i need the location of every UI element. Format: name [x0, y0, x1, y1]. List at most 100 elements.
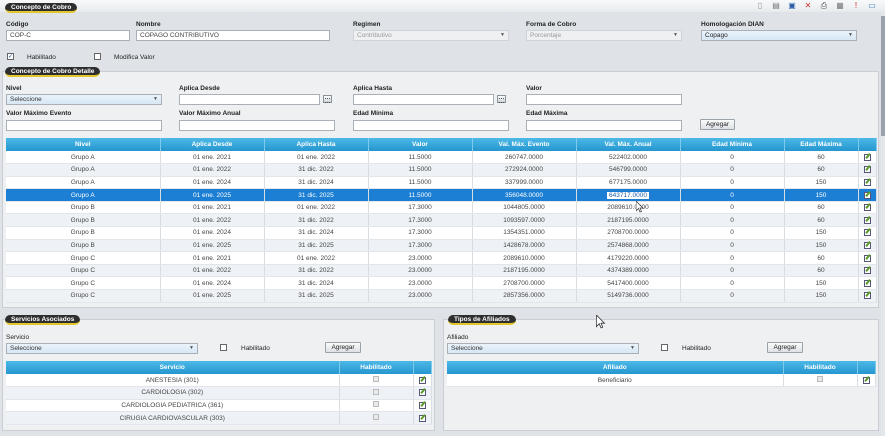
homologacion-select[interactable]: Copago ▼	[701, 30, 857, 41]
edit-icon[interactable]	[863, 241, 871, 249]
servicio-habilitado-checkbox[interactable]	[220, 344, 227, 351]
modifica-valor-checkbox[interactable]	[94, 53, 101, 60]
edit-icon[interactable]	[863, 165, 871, 174]
table-row[interactable]: Grupo C 01 ene. 2025 31 dic. 2025 23.0000 28…	[6, 289, 877, 303]
codigo-field[interactable]: COP-C	[6, 30, 130, 41]
column-header[interactable]: Edad Mínima	[680, 138, 785, 151]
afiliado-agregar-button[interactable]: Agregar	[767, 342, 803, 353]
edit-cell	[413, 386, 432, 400]
table-cell: 2857356.0000	[472, 289, 577, 303]
edit-icon[interactable]	[862, 376, 870, 384]
table-row[interactable]: CARDIOLOGIA PEDIATRICA (361)	[6, 399, 432, 413]
calendar-icon[interactable]	[497, 95, 506, 103]
edad-min-field[interactable]	[353, 120, 509, 131]
edit-icon[interactable]	[418, 388, 426, 397]
table-row[interactable]: Grupo B 01 ene. 2021 01 ene. 2022 17.3000 10…	[6, 201, 877, 215]
table-cell: 272924.0000	[472, 163, 577, 177]
edit-icon[interactable]	[863, 291, 871, 300]
edit-icon[interactable]	[863, 153, 871, 161]
table-row[interactable]: Grupo C 01 ene. 2024 31 dic. 2024 23.0000 27…	[6, 276, 877, 291]
edad-max-field[interactable]	[526, 120, 682, 131]
scrollbar-thumb[interactable]	[881, 16, 885, 136]
nivel-select[interactable]: Seleccione ▼	[6, 94, 162, 105]
detalle-agregar-button[interactable]: Agregar	[700, 119, 735, 130]
column-header[interactable]: Val. Máx. Anual	[576, 138, 681, 151]
table-row[interactable]: CARDIOLOGIA (302)	[6, 386, 432, 400]
valor-max-anual-field[interactable]	[179, 120, 335, 131]
table-row[interactable]: Grupo A 01 ene. 2021 01 ene. 2022 11.5000 26…	[6, 151, 877, 165]
table-cell: 31 dic. 2024	[264, 226, 369, 240]
afiliado-select[interactable]: Seleccione ▼	[447, 343, 639, 354]
table-cell: 150	[784, 188, 859, 202]
column-header[interactable]: Aplica Desde	[160, 138, 265, 151]
valor-max-anual-label: Valor Máximo Anual	[179, 110, 241, 117]
valor-max-evento-field[interactable]	[6, 120, 162, 131]
table-cell: 31 dic. 2025	[264, 289, 369, 303]
concepto-title: Concepto de Cobro	[5, 3, 78, 13]
page-scrollbar[interactable]	[881, 12, 885, 436]
edit-icon[interactable]	[418, 414, 426, 422]
edit-icon[interactable]	[863, 191, 871, 199]
afiliado-habilitado-checkbox[interactable]	[661, 344, 668, 351]
table-row[interactable]: Beneficiario	[447, 374, 876, 388]
table-cell: 150	[784, 176, 859, 190]
table-cell: 0	[680, 176, 785, 190]
edit-icon[interactable]	[863, 203, 871, 212]
table-row[interactable]: Grupo C 01 ene. 2022 31 dic. 2022 23.0000 21…	[6, 264, 877, 278]
column-header[interactable]: Aplica Hasta	[264, 138, 369, 151]
column-header[interactable]: Habilitado	[783, 361, 858, 374]
edit-icon[interactable]	[863, 228, 871, 237]
column-header[interactable]: Afiliado	[447, 361, 784, 374]
table-row[interactable]: Grupo A 01 ene. 2025 31 dic. 2025 11.5000 35…	[6, 188, 877, 202]
table-row[interactable]: Grupo C 01 ene. 2021 01 ene. 2022 23.0000 20…	[6, 251, 877, 265]
table-cell: Grupo B	[6, 226, 161, 240]
column-header[interactable]: Servicio	[6, 361, 340, 374]
table-cell: 0	[680, 188, 785, 202]
regimen-select[interactable]: Contributivo ▼	[353, 30, 509, 41]
regimen-label: Regimen	[353, 21, 381, 28]
table-cell: 150	[784, 239, 859, 253]
edit-icon[interactable]	[863, 178, 871, 186]
table-row[interactable]: Grupo B 01 ene. 2025 31 dic. 2025 17.3000 14…	[6, 239, 877, 253]
edit-icon[interactable]	[863, 254, 871, 262]
table-cell: 2708700.0000	[472, 276, 577, 291]
column-header[interactable]: Nivel	[6, 138, 161, 151]
table-cell: 31 dic. 2024	[264, 276, 369, 291]
forma-select[interactable]: Porcentaje ▼	[526, 30, 682, 41]
detalle-title: Concepto de Cobro Detalle	[5, 67, 101, 77]
habilitado-checkbox[interactable]: ✓	[7, 53, 14, 60]
calendar-icon[interactable]	[323, 95, 332, 103]
habilitado-cell	[783, 374, 858, 388]
table-cell: 60	[784, 201, 859, 215]
table-row[interactable]: Grupo A 01 ene. 2022 31 dic. 2022 11.5000 27…	[6, 163, 877, 177]
table-row[interactable]: Grupo B 01 ene. 2024 31 dic. 2024 17.3000 13…	[6, 226, 877, 240]
valor-field[interactable]	[526, 94, 682, 105]
edit-icon[interactable]	[863, 266, 871, 275]
servicio-select[interactable]: Seleccione ▼	[6, 343, 198, 354]
column-header[interactable]: Valor	[368, 138, 473, 151]
edit-icon[interactable]	[863, 279, 871, 287]
column-header[interactable]: Val. Máx. Evento	[472, 138, 577, 151]
table-row[interactable]: ANESTESIA (301)	[6, 374, 432, 388]
servicio-agregar-button[interactable]: Agregar	[325, 342, 361, 353]
table-cell: 11.5000	[368, 176, 473, 190]
column-header[interactable]: Edad Máxima	[784, 138, 859, 151]
column-header[interactable]: Habilitado	[339, 361, 414, 374]
codigo-label: Código	[6, 21, 29, 28]
homologacion-value: Copago	[705, 32, 728, 39]
table-row[interactable]: CIRUGIA CARDIOVASCULAR (303)	[6, 411, 432, 425]
table-cell: 60	[784, 163, 859, 177]
nombre-field[interactable]: COPAGO CONTRIBUTIVO	[136, 30, 330, 41]
chevron-down-icon: ▼	[848, 32, 853, 38]
edit-cell	[858, 188, 877, 202]
table-cell: 31 dic. 2025	[264, 239, 369, 253]
edit-icon[interactable]	[418, 401, 426, 409]
aplica-hasta-field[interactable]	[353, 94, 494, 105]
valor-max-evento-label: Valor Máximo Evento	[6, 110, 72, 117]
aplica-desde-field[interactable]	[179, 94, 320, 105]
edit-icon[interactable]	[863, 216, 871, 224]
table-row[interactable]: Grupo B 01 ene. 2022 31 dic. 2022 17.3000 10…	[6, 213, 877, 228]
table-row[interactable]: Grupo A 01 ene. 2024 31 dic. 2024 11.5000 33…	[6, 176, 877, 190]
edit-icon[interactable]	[418, 376, 426, 384]
table-cell: 2708700.0000	[576, 226, 681, 240]
